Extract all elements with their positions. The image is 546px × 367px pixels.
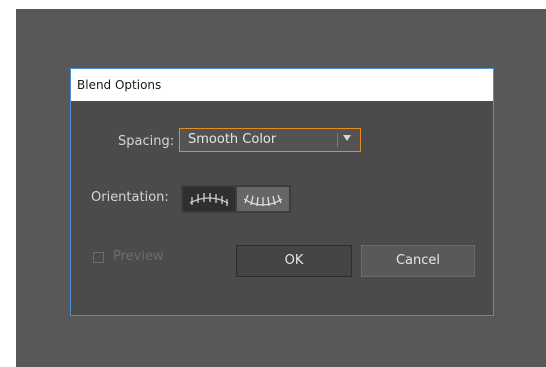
orientation-label: Orientation: [91,190,169,205]
ok-button[interactable]: OK [236,245,352,277]
spacing-select-value: Smooth Color [188,132,277,147]
cancel-button[interactable]: Cancel [361,245,475,277]
chevron-down-icon[interactable] [343,135,351,141]
preview-checkbox[interactable] [93,252,104,263]
select-separator [337,133,338,147]
align-to-page-button[interactable] [183,187,235,211]
blend-options-dialog: Blend Options Spacing: Smooth Color Orie… [70,68,494,316]
align-to-page-icon [189,193,229,206]
preview-label: Preview [113,249,164,264]
spacing-label: Spacing: [118,134,175,149]
align-to-path-button[interactable] [237,187,289,211]
align-to-path-icon [243,194,283,207]
dialog-title: Blend Options [77,78,162,92]
spacing-select[interactable]: Smooth Color [179,128,361,152]
dialog-titlebar: Blend Options [71,69,493,101]
orientation-toggle-group [181,185,291,213]
